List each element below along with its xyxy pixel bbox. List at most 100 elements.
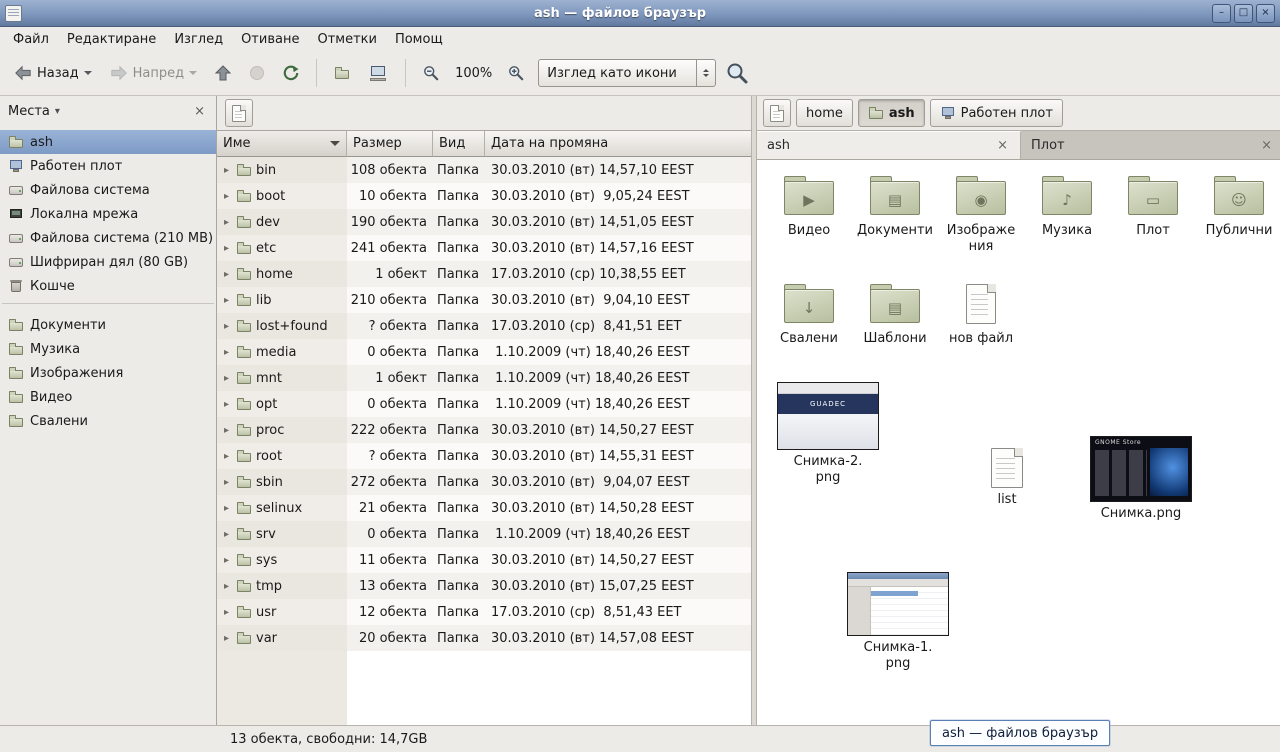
- forward-button[interactable]: Напред: [102, 59, 205, 87]
- menu-item[interactable]: Отметки: [308, 29, 385, 50]
- search-button[interactable]: [718, 56, 756, 90]
- table-row[interactable]: ▸ lib 210 обекта Папка 30.03.2010 (вт) 9…: [217, 287, 751, 313]
- expander-icon[interactable]: ▸: [221, 633, 232, 644]
- expander-icon[interactable]: ▸: [221, 425, 232, 436]
- sidebar-item[interactable]: Документи: [0, 313, 216, 337]
- column-header-name[interactable]: Име: [217, 131, 347, 157]
- zoom-out-button[interactable]: [415, 59, 447, 87]
- icon-grid-item[interactable]: ▤ Документи: [855, 174, 935, 239]
- table-row[interactable]: ▸ var 20 обекта Папка 30.03.2010 (вт) 14…: [217, 625, 751, 651]
- reload-button[interactable]: [275, 59, 307, 87]
- sidebar-item[interactable]: Музика: [0, 337, 216, 361]
- table-row[interactable]: ▸ boot 10 обекта Папка 30.03.2010 (вт) 9…: [217, 183, 751, 209]
- table-row[interactable]: ▸ media 0 обекта Папка 1.10.2009 (чт) 18…: [217, 339, 751, 365]
- menu-item[interactable]: Изглед: [165, 29, 232, 50]
- column-header-size[interactable]: Размер: [347, 131, 433, 157]
- table-row[interactable]: ▸ mnt 1 обект Папка 1.10.2009 (чт) 18,40…: [217, 365, 751, 391]
- icon-grid-item[interactable]: нов файл: [941, 282, 1021, 347]
- view-mode-select[interactable]: Изглед като икони: [538, 59, 716, 87]
- expander-icon[interactable]: ▸: [221, 503, 232, 514]
- icon-grid-item[interactable]: ▶ Видео: [769, 174, 849, 239]
- tab[interactable]: ash ×: [757, 131, 1021, 159]
- expander-icon[interactable]: ▸: [221, 269, 232, 280]
- sidebar-item[interactable]: Локална мрежа: [0, 202, 216, 226]
- table-row[interactable]: ▸ sbin 272 обекта Папка 30.03.2010 (вт) …: [217, 469, 751, 495]
- sidebar-item[interactable]: Видео: [0, 385, 216, 409]
- icon-grid-item[interactable]: ▭ Плот: [1113, 174, 1193, 239]
- expander-icon[interactable]: ▸: [221, 477, 232, 488]
- sidebar-item[interactable]: Кошче: [0, 274, 216, 298]
- table-row[interactable]: ▸ bin 108 обекта Папка 30.03.2010 (вт) 1…: [217, 157, 751, 183]
- expander-icon[interactable]: ▸: [221, 581, 232, 592]
- icon-grid-item[interactable]: ◉ Изображения: [941, 174, 1021, 254]
- expander-icon[interactable]: ▸: [221, 451, 232, 462]
- table-row[interactable]: ▸ selinux 21 обекта Папка 30.03.2010 (вт…: [217, 495, 751, 521]
- location-toggle-button[interactable]: [763, 99, 791, 127]
- tab[interactable]: Плот ×: [1021, 131, 1280, 159]
- column-header-date[interactable]: Дата на промяна: [485, 131, 751, 157]
- table-row[interactable]: ▸ dev 190 обекта Папка 30.03.2010 (вт) 1…: [217, 209, 751, 235]
- sidebar-item[interactable]: Файлова система (210 MB): [0, 226, 216, 250]
- expander-icon[interactable]: ▸: [221, 295, 232, 306]
- table-row[interactable]: ▸ srv 0 обекта Папка 1.10.2009 (чт) 18,4…: [217, 521, 751, 547]
- home-button[interactable]: [326, 59, 358, 87]
- icon-grid-item[interactable]: ▤ Шаблони: [855, 282, 935, 347]
- sidebar-item[interactable]: Файлова система: [0, 178, 216, 202]
- expander-icon[interactable]: ▸: [221, 321, 232, 332]
- computer-button[interactable]: [360, 59, 396, 88]
- expander-icon[interactable]: ▸: [221, 243, 232, 254]
- table-row[interactable]: ▸ sys 11 обекта Папка 30.03.2010 (вт) 14…: [217, 547, 751, 573]
- icon-grid-item[interactable]: ♪ Музика: [1027, 174, 1107, 239]
- thumbnail-snimka[interactable]: GNOME Store Снимка.png: [1086, 436, 1196, 522]
- back-button[interactable]: Назад: [6, 59, 100, 87]
- expander-icon[interactable]: ▸: [221, 165, 232, 176]
- table-row[interactable]: ▸ lost+found ? обекта Папка 17.03.2010 (…: [217, 313, 751, 339]
- table-row[interactable]: ▸ tmp 13 обекта Папка 30.03.2010 (вт) 15…: [217, 573, 751, 599]
- icon-grid-item[interactable]: ☺ Публични: [1199, 174, 1279, 239]
- table-row[interactable]: ▸ etc 241 обекта Папка 30.03.2010 (вт) 1…: [217, 235, 751, 261]
- sidebar-item[interactable]: Изображения: [0, 361, 216, 385]
- thumbnail-snimka-2[interactable]: GUADEC Снимка-2. png: [773, 382, 883, 485]
- expander-icon[interactable]: ▸: [221, 399, 232, 410]
- sidebar-item[interactable]: Работен плот: [0, 154, 216, 178]
- location-toggle-button[interactable]: [225, 99, 253, 127]
- expander-icon[interactable]: ▸: [221, 191, 232, 202]
- table-row[interactable]: ▸ home 1 обект Папка 17.03.2010 (ср) 10,…: [217, 261, 751, 287]
- taskbar-window-button[interactable]: ash — файлов браузър: [930, 720, 1110, 746]
- table-row[interactable]: ▸ opt 0 обекта Папка 1.10.2009 (чт) 18,4…: [217, 391, 751, 417]
- menu-item[interactable]: Файл: [4, 29, 58, 50]
- thumbnail-snimka-1[interactable]: Снимка-1. png: [843, 572, 953, 671]
- expander-icon[interactable]: ▸: [221, 529, 232, 540]
- sidebar-item[interactable]: ash: [0, 130, 216, 154]
- pathbar-button[interactable]: home: [796, 99, 853, 127]
- column-header-type[interactable]: Вид: [433, 131, 485, 157]
- file-item-list[interactable]: list: [975, 448, 1039, 508]
- forward-history-dropdown-icon[interactable]: [189, 71, 197, 79]
- expander-icon[interactable]: ▸: [221, 217, 232, 228]
- tab-close-icon[interactable]: ×: [995, 138, 1010, 153]
- back-history-dropdown-icon[interactable]: [84, 71, 92, 79]
- up-button[interactable]: [207, 59, 239, 87]
- minimize-button[interactable]: –: [1212, 4, 1231, 23]
- stop-button[interactable]: [241, 59, 273, 87]
- pathbar-button[interactable]: Работен плот: [930, 99, 1063, 127]
- sidebar-item[interactable]: Шифриран дял (80 GB): [0, 250, 216, 274]
- expander-icon[interactable]: ▸: [221, 607, 232, 618]
- close-button[interactable]: ×: [1256, 4, 1275, 23]
- maximize-button[interactable]: □: [1234, 4, 1253, 23]
- pathbar-button[interactable]: ash: [858, 99, 925, 127]
- sidebar-item[interactable]: Свалени: [0, 409, 216, 433]
- zoom-in-button[interactable]: [500, 59, 532, 87]
- table-row[interactable]: ▸ proc 222 обекта Папка 30.03.2010 (вт) …: [217, 417, 751, 443]
- expander-icon[interactable]: ▸: [221, 373, 232, 384]
- menu-item[interactable]: Помощ: [386, 29, 452, 50]
- table-row[interactable]: ▸ usr 12 обекта Папка 17.03.2010 (ср) 8,…: [217, 599, 751, 625]
- tab-close-icon[interactable]: ×: [1259, 138, 1274, 153]
- sidebar-close-icon[interactable]: ×: [191, 104, 208, 119]
- expander-icon[interactable]: ▸: [221, 555, 232, 566]
- menu-item[interactable]: Отиване: [232, 29, 308, 50]
- table-row[interactable]: ▸ root ? обекта Папка 30.03.2010 (вт) 14…: [217, 443, 751, 469]
- menu-item[interactable]: Редактиране: [58, 29, 165, 50]
- expander-icon[interactable]: ▸: [221, 347, 232, 358]
- icon-grid-item[interactable]: ↓ Свалени: [769, 282, 849, 347]
